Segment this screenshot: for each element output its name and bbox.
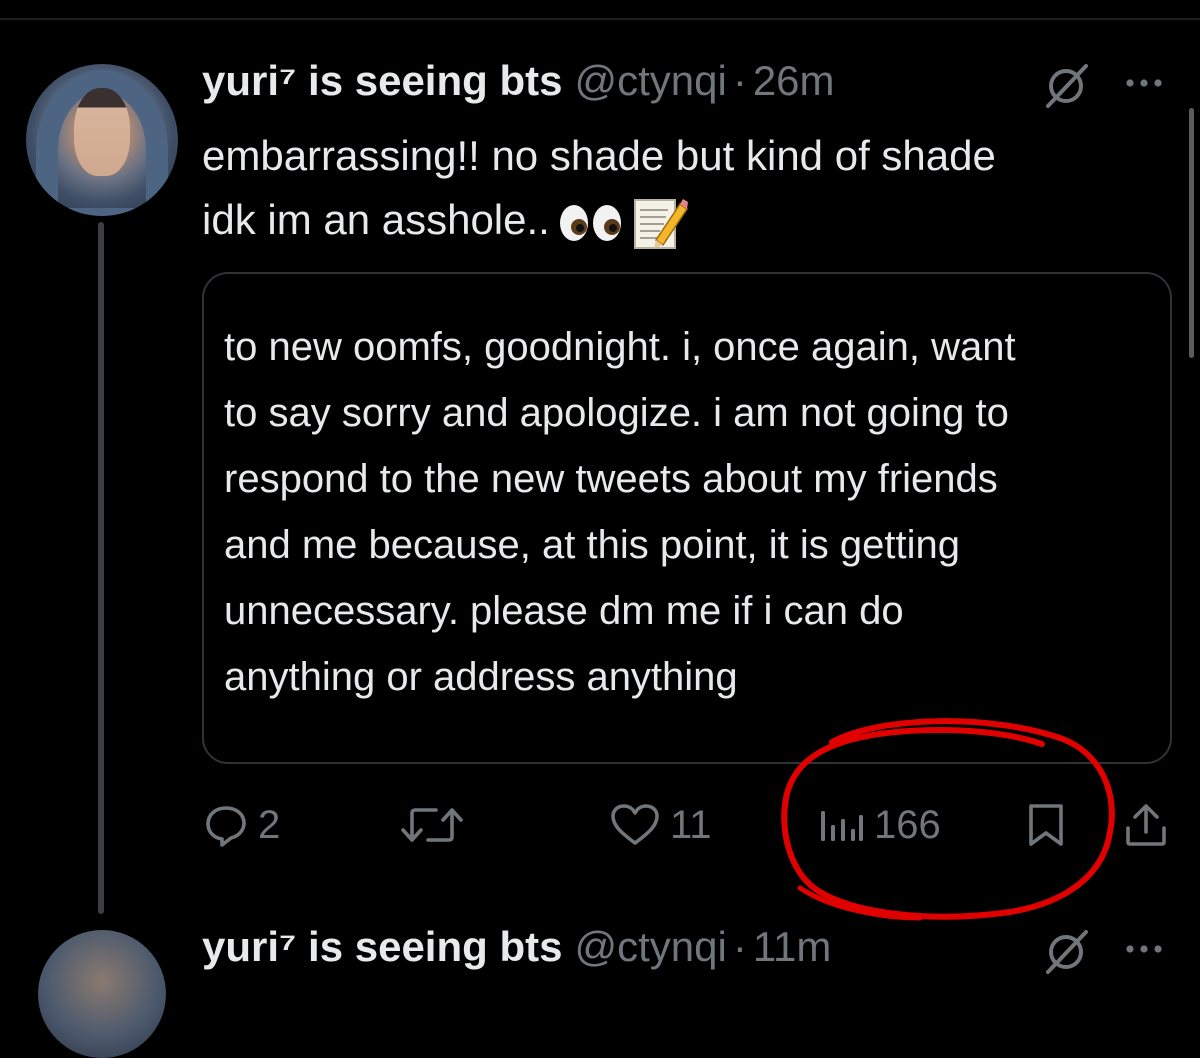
tweet-text-line: idk im an asshole.. xyxy=(202,188,1192,252)
share-icon xyxy=(1126,804,1166,846)
more-options-icon[interactable] xyxy=(1122,70,1166,96)
timestamp[interactable]: 11m xyxy=(753,923,832,970)
quote-line: unnecessary. please dm me if i can do xyxy=(224,589,904,633)
top-divider xyxy=(0,18,1200,20)
reply-button[interactable]: 2 xyxy=(204,790,280,860)
quote-line: anything or address anything xyxy=(224,655,738,699)
quote-line: respond to the new tweets about my frien… xyxy=(224,457,998,501)
share-button[interactable] xyxy=(1124,790,1168,860)
timestamp[interactable]: 26m xyxy=(753,57,835,104)
grok-icon[interactable] xyxy=(1040,60,1092,112)
views-icon xyxy=(821,811,863,841)
next-tweet-avatar[interactable] xyxy=(38,930,166,1058)
bookmark-icon xyxy=(1029,804,1063,846)
display-name[interactable]: yuri⁷ is seeing bts xyxy=(202,923,562,970)
view-count: 166 xyxy=(874,802,941,847)
retweet-icon xyxy=(401,808,463,842)
views-button[interactable]: 166 xyxy=(818,790,941,860)
quote-line: to new oomfs, goodnight. i, once again, … xyxy=(224,325,1016,369)
separator-dot: · xyxy=(732,923,747,970)
like-count: 11 xyxy=(670,802,712,847)
grok-icon[interactable] xyxy=(1040,926,1092,978)
heart-icon xyxy=(611,804,659,845)
action-bar: 2 11 166 xyxy=(0,790,1200,860)
reply-count: 2 xyxy=(258,802,281,847)
quote-text: to new oomfs, goodnight. i, once again, … xyxy=(224,314,1154,710)
eyes-emoji xyxy=(559,204,621,241)
retweet-button[interactable] xyxy=(400,790,464,860)
tweet-text: embarrassing!! no shade but kind of shad… xyxy=(202,124,1192,252)
next-tweet-header: yuri⁷ is seeing bts @ctynqi · 11m xyxy=(202,922,831,972)
bookmark-button[interactable] xyxy=(1026,790,1066,860)
more-options-icon[interactable] xyxy=(1122,936,1166,962)
avatar[interactable] xyxy=(26,64,178,216)
tweet-text-line: embarrassing!! no shade but kind of shad… xyxy=(202,132,996,179)
handle[interactable]: @ctynqi xyxy=(574,57,726,104)
separator-dot: · xyxy=(732,57,747,104)
tweet-header: yuri⁷ is seeing bts @ctynqi · 26m xyxy=(202,56,835,106)
reply-icon xyxy=(206,806,246,847)
display-name[interactable]: yuri⁷ is seeing bts xyxy=(202,57,562,104)
like-button[interactable]: 11 xyxy=(610,790,712,860)
quote-line: to say sorry and apologize. i am not goi… xyxy=(224,391,1009,435)
memo-emoji xyxy=(633,198,688,249)
quote-line: and me because, at this point, it is get… xyxy=(224,523,960,567)
avatar-face xyxy=(74,88,130,176)
handle[interactable]: @ctynqi xyxy=(574,923,726,970)
